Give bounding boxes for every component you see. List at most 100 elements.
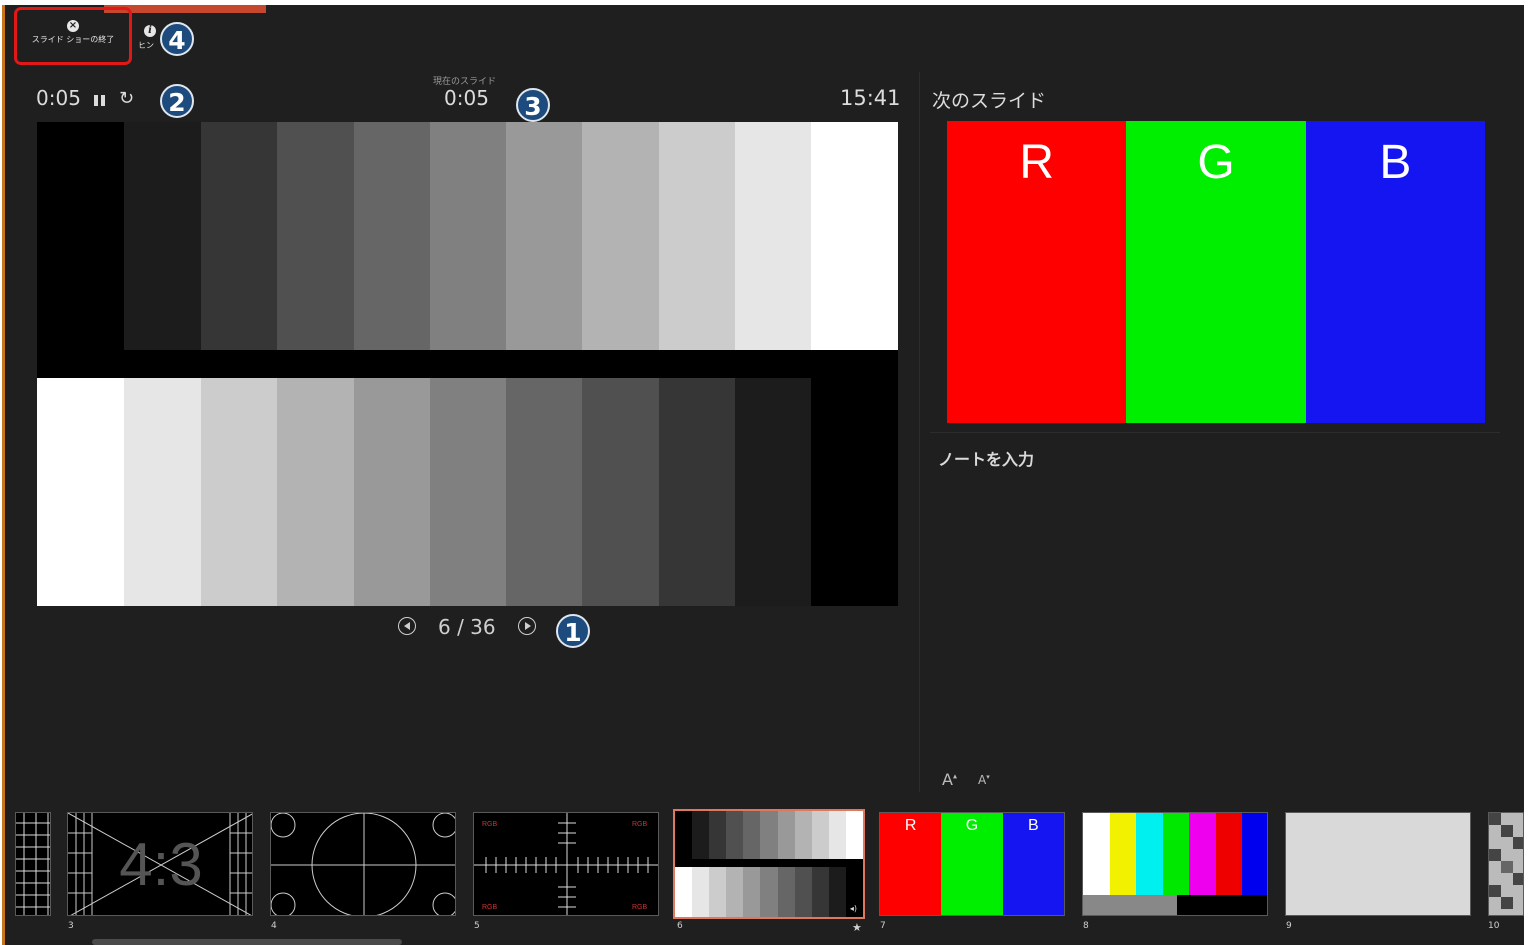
- mini-gray-step: [828, 867, 846, 917]
- thumbnail-10[interactable]: [1488, 812, 1524, 916]
- mini-gray-step: [811, 867, 829, 917]
- color-bar: [1215, 813, 1243, 895]
- gray-step: [277, 378, 354, 606]
- mini-gray-step: [828, 811, 846, 859]
- thumbnail-8[interactable]: [1082, 812, 1268, 916]
- gray-step: [430, 122, 506, 350]
- thumbnail-6-selected[interactable]: ◂): [673, 809, 865, 919]
- gray-step: [582, 378, 659, 606]
- panel-divider: [919, 72, 920, 792]
- gray-step: [354, 378, 430, 606]
- rgb-label: RGB: [632, 821, 648, 828]
- mini-gray-step: [794, 867, 812, 917]
- thumbnail-number: 8: [1083, 921, 1089, 931]
- color-bar: [1162, 813, 1190, 895]
- gray-step: [277, 122, 354, 350]
- thumbnail-9[interactable]: [1285, 812, 1471, 916]
- gray-step: [430, 378, 506, 606]
- gray-step: [506, 122, 582, 350]
- thumbnail-number: 7: [880, 921, 886, 931]
- callout-badge-2: 2: [160, 84, 194, 118]
- mini-red-panel: R: [880, 813, 942, 915]
- thumbnail-2[interactable]: [15, 812, 51, 916]
- gray-step: [659, 378, 735, 606]
- thumbnail-number: 9: [1286, 921, 1292, 931]
- gray-step: [124, 378, 201, 606]
- color-bars: [1083, 813, 1267, 895]
- next-slide-title: 次のスライド: [932, 90, 1047, 112]
- red-panel: R: [947, 121, 1127, 423]
- gray-step: [124, 122, 201, 350]
- mini-gray-step: [675, 867, 693, 917]
- scrollbar-thumb[interactable]: [92, 939, 402, 945]
- gray-step: [506, 378, 582, 606]
- next-slide-preview[interactable]: R G B: [947, 121, 1485, 423]
- rgb-label: RGB: [482, 904, 498, 911]
- callout-badge-1: 1: [556, 614, 590, 648]
- color-bar: [1189, 813, 1216, 895]
- current-slide-time: 0:05: [444, 86, 489, 110]
- mini-gray-step: [692, 811, 710, 859]
- gray-step: [37, 378, 124, 606]
- mini-gray-step: [743, 867, 761, 917]
- rgb-label: RGB: [482, 821, 498, 828]
- end-slideshow-button[interactable]: × スライド ショーの終了: [14, 7, 132, 65]
- thumbnail-5[interactable]: RGB RGB RGB RGB: [473, 812, 659, 916]
- red-letter: R: [1019, 136, 1054, 189]
- gray-step: [735, 122, 811, 350]
- info-icon: i: [144, 25, 156, 37]
- thumbnail-number: 4: [271, 921, 277, 931]
- audio-icon: ◂): [849, 904, 857, 913]
- gray-step: [37, 122, 124, 350]
- aspect-test-graphic: 4:3: [68, 813, 252, 915]
- thumbnail-4[interactable]: [270, 812, 456, 916]
- mini-grayscale-bottom: [675, 867, 863, 917]
- color-bar: [1242, 813, 1267, 895]
- callout-badge-3: 3: [516, 88, 550, 122]
- blue-panel: B: [1305, 121, 1485, 423]
- close-icon: ×: [67, 20, 79, 32]
- gray-step: [354, 122, 430, 350]
- increase-font-label: A: [942, 770, 953, 789]
- green-letter: G: [1197, 136, 1235, 189]
- mini-gray-step: [726, 867, 744, 917]
- blue-letter: B: [1379, 136, 1412, 189]
- gray-block: [1083, 895, 1177, 915]
- star-icon: ★: [852, 921, 862, 934]
- thumbnail-3[interactable]: 4:3: [67, 812, 253, 916]
- mini-gray-step: [692, 867, 710, 917]
- mini-gray-step: [760, 867, 778, 917]
- callout-badge-4: 4: [160, 22, 194, 56]
- mini-gray-step: [709, 867, 727, 917]
- next-slide-icon[interactable]: [518, 617, 536, 635]
- thumbnail-7[interactable]: R G B: [879, 812, 1065, 916]
- mini-gray-step: [760, 811, 778, 859]
- checker-pattern: [1489, 813, 1523, 915]
- gray-step: [201, 122, 277, 350]
- mini-green-panel: G: [941, 813, 1003, 915]
- mini-grayscale-top: [675, 811, 863, 859]
- gray-step: [201, 378, 277, 606]
- circle-test-graphic: [271, 813, 455, 915]
- pause-icon[interactable]: [94, 95, 106, 107]
- color-bar: [1083, 813, 1110, 895]
- gray-step: [582, 122, 659, 350]
- aspect-ratio-text: 4:3: [119, 831, 202, 898]
- mini-gray-step: [709, 811, 727, 859]
- hint-label: ヒン: [138, 41, 154, 50]
- gray-step: [659, 122, 735, 350]
- mini-gray-step: [743, 811, 761, 859]
- thumbnail-number: 10: [1488, 921, 1500, 931]
- decrease-font-button[interactable]: A▾: [978, 773, 990, 787]
- gray-step: [735, 378, 811, 606]
- current-slide-preview: [37, 122, 898, 606]
- notes-input[interactable]: ノートを入力: [938, 446, 1034, 470]
- elapsed-timer: 0:05: [36, 86, 81, 110]
- mini-gray-step: [811, 811, 829, 859]
- crosshair-test-graphic: RGB RGB RGB RGB: [474, 813, 658, 915]
- color-bar: [1136, 813, 1163, 895]
- reset-timer-icon[interactable]: ↻: [119, 88, 134, 109]
- grayscale-top-strip: [37, 122, 898, 350]
- increase-font-button[interactable]: A▴: [942, 770, 957, 789]
- previous-slide-icon[interactable]: [398, 617, 416, 635]
